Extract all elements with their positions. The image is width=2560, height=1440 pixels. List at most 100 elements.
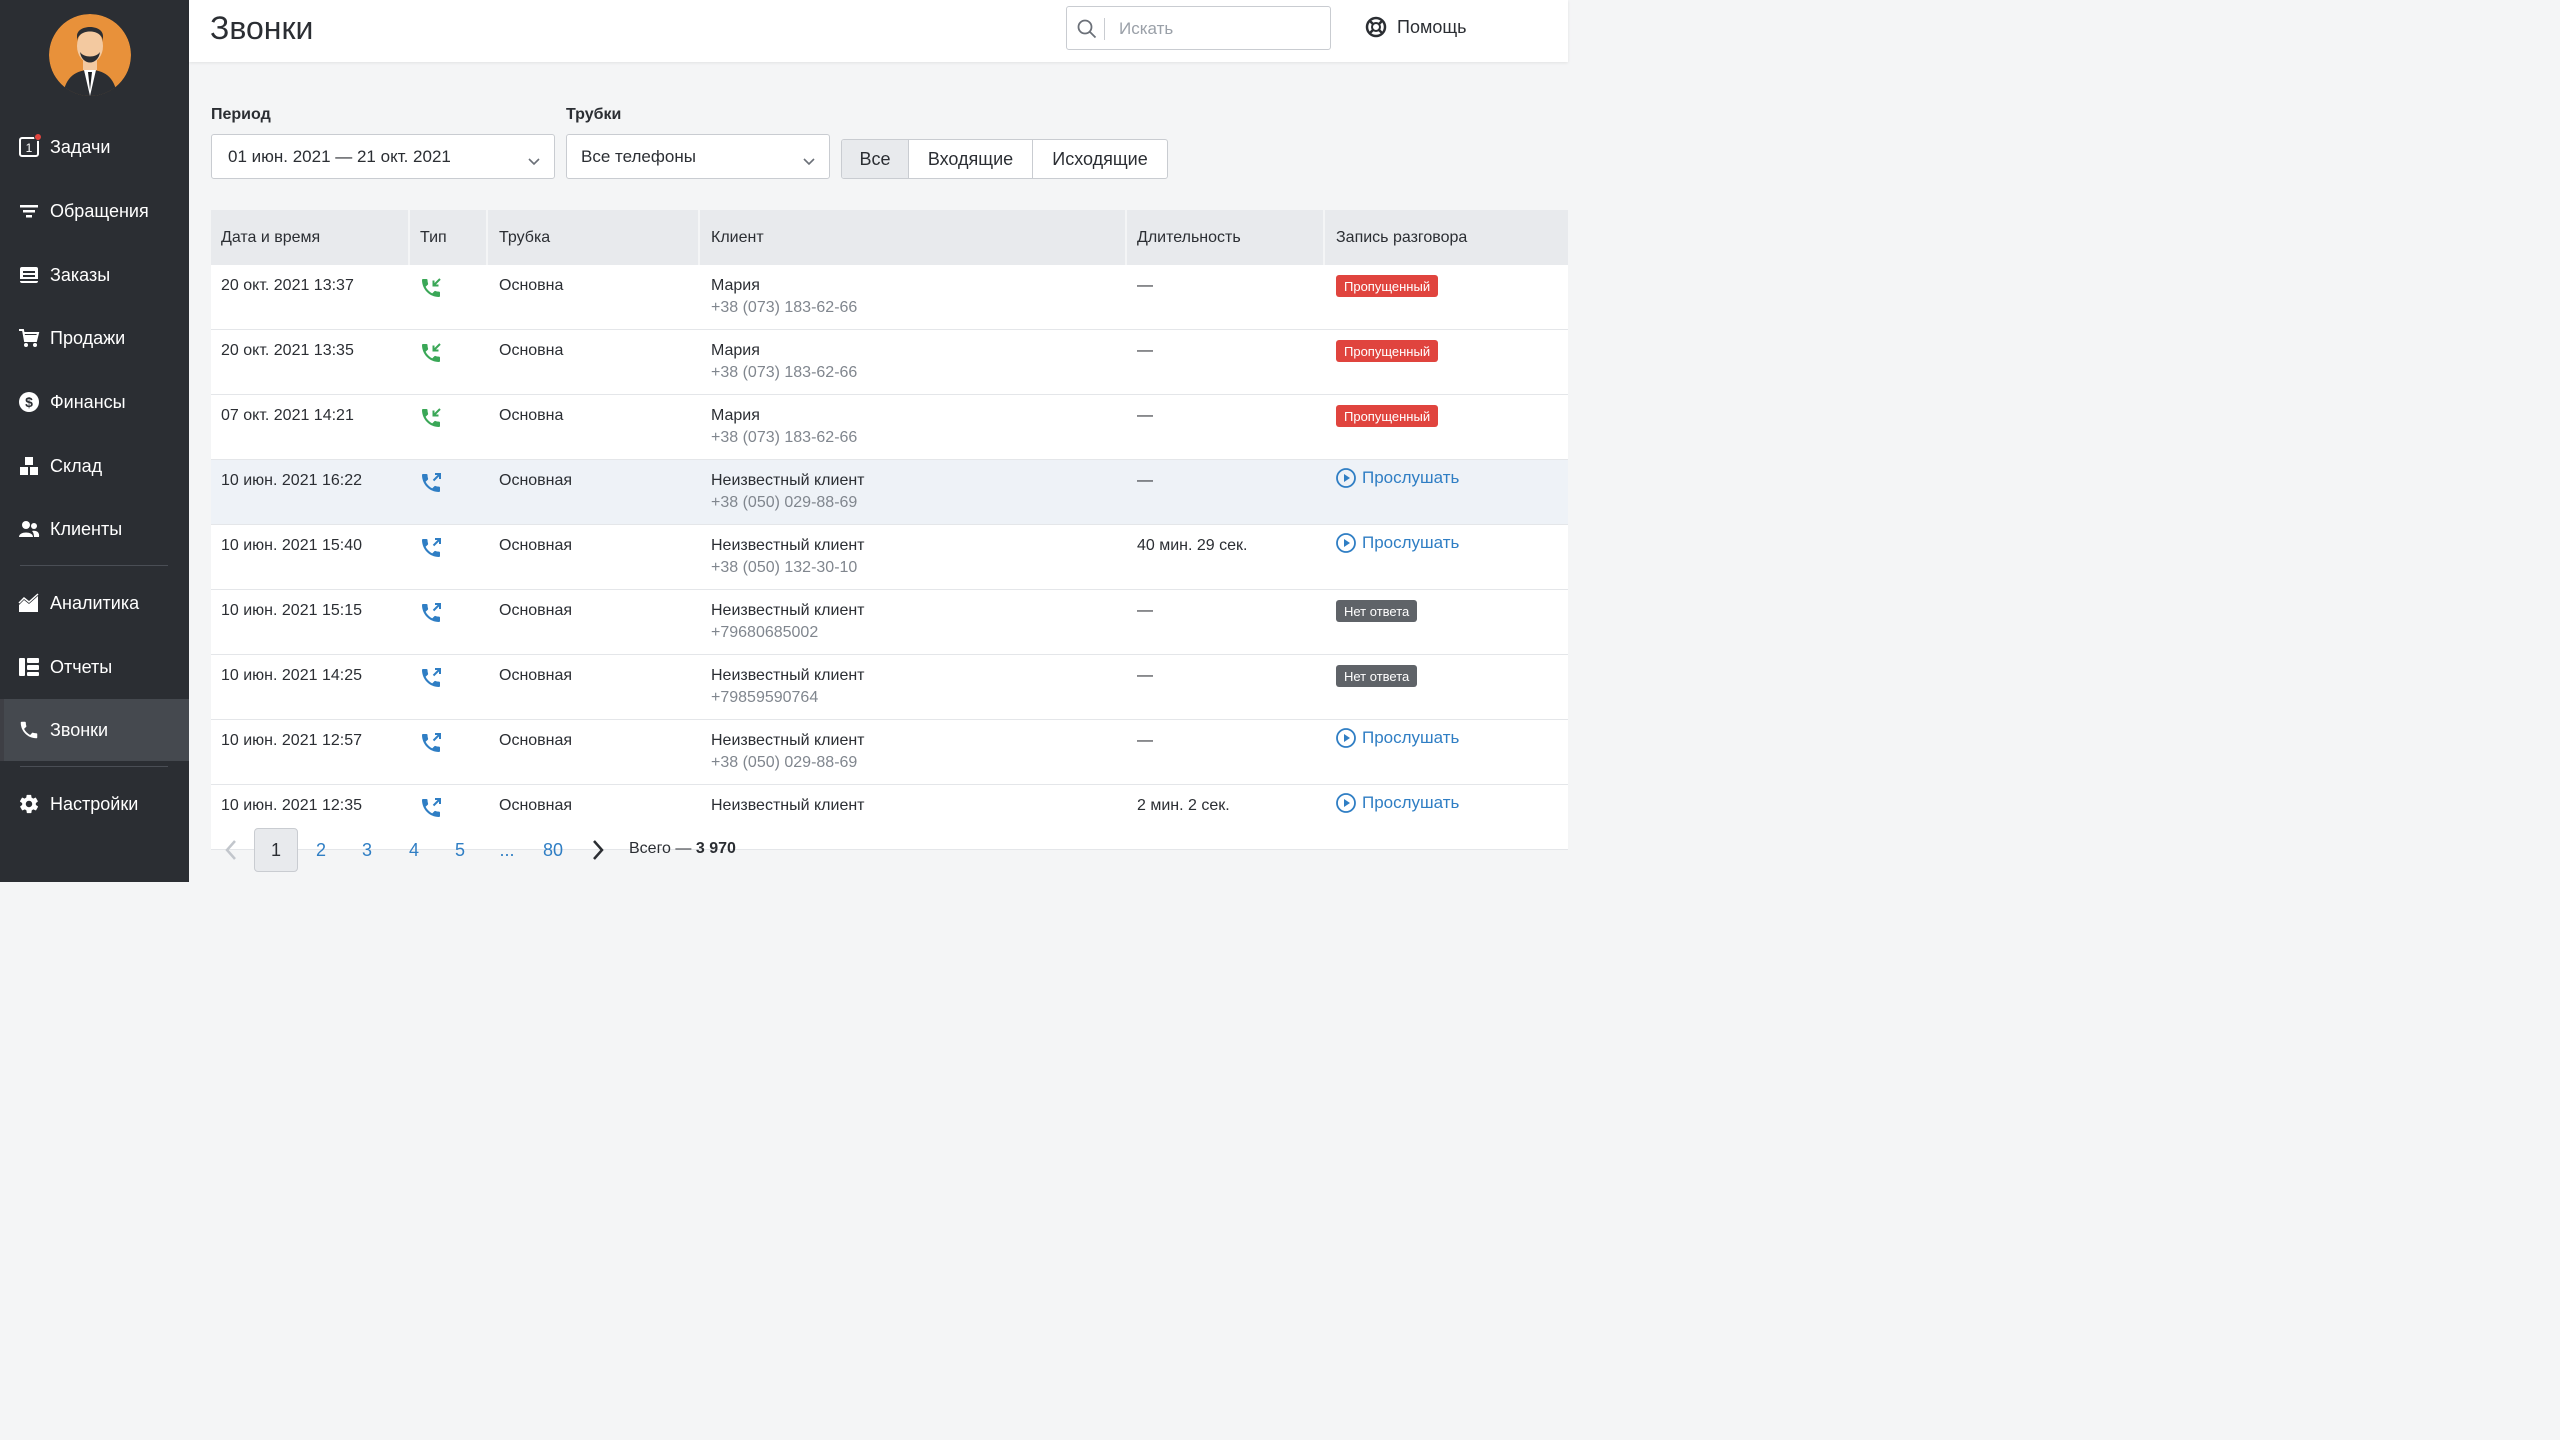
column-header-client[interactable]: Клиент <box>701 210 764 265</box>
listen-recording-link[interactable]: Прослушать <box>1336 793 1459 813</box>
table-row[interactable]: 10 июн. 2021 16:22 Основная Неизвестный кл… <box>211 460 1568 525</box>
call-duration: 40 мин. 29 сек. <box>1137 537 1248 554</box>
call-line: Основная <box>499 537 573 554</box>
sidebar: 1 Задачи Обращения Заказы Продажи $ Фина… <box>0 0 189 882</box>
column-header-type[interactable]: Тип <box>410 210 447 265</box>
period-select[interactable]: 01 июн. 2021 — 21 окт. 2021 <box>211 134 555 179</box>
page-button[interactable]: 3 <box>355 828 379 872</box>
column-header-duration[interactable]: Длительность <box>1127 210 1241 265</box>
table-row[interactable]: 20 окт. 2021 13:35 Основна Мария +38 (073) … <box>211 330 1568 395</box>
period-label: Период <box>211 106 271 123</box>
sidebar-item-label: Отчеты <box>50 656 113 677</box>
call-direction-toggle: Все Входящие Исходящие <box>841 139 1168 179</box>
client-phone: +79859590764 <box>711 689 819 706</box>
segment-incoming[interactable]: Входящие <box>909 140 1033 178</box>
analytics-icon <box>18 592 40 614</box>
clients-icon <box>18 518 40 540</box>
help-button[interactable]: Помощь <box>1365 16 1467 38</box>
sidebar-item-warehouse[interactable]: Склад <box>0 435 189 497</box>
chevron-down-icon <box>803 151 815 171</box>
missed-status-badge: Пропущенный <box>1336 405 1439 427</box>
client-name[interactable]: Неизвестный клиент <box>711 797 865 815</box>
sidebar-item-orders[interactable]: Заказы <box>0 244 189 306</box>
client-name[interactable]: Неизвестный клиент <box>711 472 865 490</box>
prev-page-button[interactable] <box>219 828 243 872</box>
page-button[interactable]: 80 <box>539 828 567 872</box>
column-header-datetime[interactable]: Дата и время <box>211 210 320 265</box>
call-duration: 2 мин. 2 сек. <box>1137 797 1230 814</box>
search-box[interactable] <box>1066 6 1331 50</box>
segment-outgoing[interactable]: Исходящие <box>1033 140 1167 178</box>
column-header-line[interactable]: Трубка <box>489 210 550 265</box>
client-phone: +79680685002 <box>711 624 819 641</box>
call-line: Основна <box>499 407 564 424</box>
sidebar-item-calls[interactable]: Звонки <box>0 699 189 761</box>
listen-recording-link[interactable]: Прослушать <box>1336 728 1459 748</box>
page-button[interactable]: 1 <box>254 828 298 872</box>
table-row[interactable]: 10 июн. 2021 12:57 Основная Неизвестный кл… <box>211 720 1568 785</box>
call-datetime: 20 окт. 2021 13:37 <box>221 277 354 294</box>
avatar[interactable] <box>49 14 131 96</box>
listen-recording-link[interactable]: Прослушать <box>1336 533 1459 553</box>
top-header: Звонки Помощь <box>189 0 1568 62</box>
incoming-call-icon <box>419 406 443 435</box>
client-name[interactable]: Неизвестный клиент <box>711 732 865 750</box>
outgoing-call-icon <box>419 731 443 760</box>
column-separator <box>1323 210 1325 265</box>
client-name[interactable]: Неизвестный клиент <box>711 667 865 685</box>
sidebar-item-clients[interactable]: Клиенты <box>0 498 189 560</box>
call-line: Основная <box>499 732 573 749</box>
next-page-button[interactable] <box>586 828 610 872</box>
client-phone: +38 (050) 132-30-10 <box>711 559 858 576</box>
chevron-right-icon <box>593 840 604 860</box>
client-name[interactable]: Мария <box>711 407 760 425</box>
client-phone: +38 (050) 029-88-69 <box>711 494 858 511</box>
search-input[interactable] <box>1119 15 1319 43</box>
orders-icon <box>18 264 40 286</box>
table-row[interactable]: 10 июн. 2021 15:15 Основная Неизвестный кл… <box>211 590 1568 655</box>
table-row[interactable]: 07 окт. 2021 14:21 Основна Мария +38 (073) … <box>211 395 1568 460</box>
table-row[interactable]: 10 июн. 2021 14:25 Основная Неизвестный кл… <box>211 655 1568 720</box>
client-name[interactable]: Мария <box>711 277 760 295</box>
call-datetime: 10 июн. 2021 15:15 <box>221 602 362 619</box>
missed-status-badge: Пропущенный <box>1336 340 1439 362</box>
client-phone: +38 (073) 183-62-66 <box>711 429 858 446</box>
sidebar-item-finance[interactable]: $ Финансы <box>0 371 189 433</box>
client-name[interactable]: Мария <box>711 342 760 360</box>
sidebar-item-label: Финансы <box>50 391 126 412</box>
table-row[interactable]: 20 окт. 2021 13:37 Основна Мария +38 (073) … <box>211 265 1568 330</box>
sidebar-item-tasks[interactable]: 1 Задачи <box>0 116 189 178</box>
listen-label: Прослушать <box>1362 793 1460 812</box>
call-line: Основна <box>499 342 564 359</box>
sidebar-item-label: Задачи <box>50 136 111 157</box>
page-title: Звонки <box>210 10 314 46</box>
play-circle-icon <box>1336 533 1356 553</box>
page-button[interactable]: 2 <box>309 828 333 872</box>
sidebar-item-analytics[interactable]: Аналитика <box>0 572 189 634</box>
column-separator <box>486 210 488 265</box>
call-datetime: 07 окт. 2021 14:21 <box>221 407 354 424</box>
sidebar-item-sales[interactable]: Продажи <box>0 307 189 369</box>
table-header: Дата и время Тип Трубка Клиент Длительно… <box>211 210 1568 265</box>
call-datetime: 10 июн. 2021 15:40 <box>221 537 362 554</box>
call-line: Основная <box>499 797 573 814</box>
missed-status-badge: Пропущенный <box>1336 275 1439 297</box>
sidebar-item-requests[interactable]: Обращения <box>0 180 189 242</box>
sidebar-item-settings[interactable]: Настройки <box>0 773 189 835</box>
phones-select[interactable]: Все телефоны <box>566 134 830 179</box>
table-body: 20 окт. 2021 13:37 Основна Мария +38 (073) … <box>211 265 1568 850</box>
segment-all[interactable]: Все <box>842 140 909 178</box>
client-name[interactable]: Неизвестный клиент <box>711 602 865 620</box>
incoming-call-icon <box>419 276 443 305</box>
sidebar-item-label: Аналитика <box>50 592 140 613</box>
client-name[interactable]: Неизвестный клиент <box>711 537 865 555</box>
page-ellipsis[interactable]: ... <box>494 828 520 872</box>
page-button[interactable]: 5 <box>448 828 472 872</box>
listen-recording-link[interactable]: Прослушать <box>1336 468 1459 488</box>
column-header-recording[interactable]: Запись разговора <box>1326 210 1467 265</box>
page-button[interactable]: 4 <box>402 828 426 872</box>
chevron-down-icon <box>528 151 540 171</box>
call-line: Основная <box>499 602 573 619</box>
table-row[interactable]: 10 июн. 2021 15:40 Основная Неизвестный кл… <box>211 525 1568 590</box>
sidebar-item-reports[interactable]: Отчеты <box>0 636 189 698</box>
